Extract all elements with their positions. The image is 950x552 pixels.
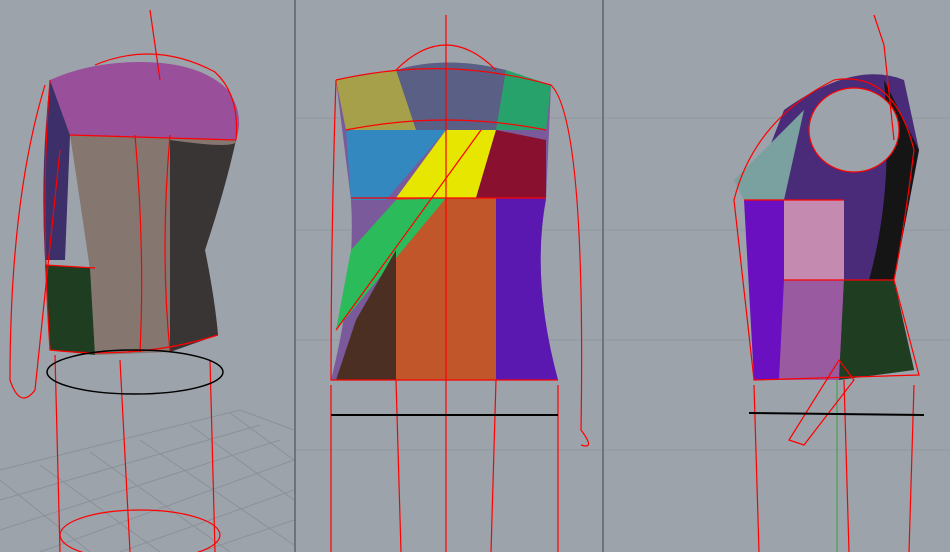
viewport-right[interactable]	[604, 0, 950, 552]
hem-line	[748, 412, 925, 416]
right-scene	[604, 14, 950, 552]
ground-grid	[0, 409, 294, 552]
garment-front	[331, 62, 558, 381]
viewport-front[interactable]	[296, 0, 602, 552]
garment-right	[734, 74, 919, 381]
front-scene	[296, 15, 602, 552]
viewport-perspective[interactable]	[0, 0, 294, 552]
waist-ring	[46, 349, 224, 395]
perspective-scene	[0, 9, 294, 552]
